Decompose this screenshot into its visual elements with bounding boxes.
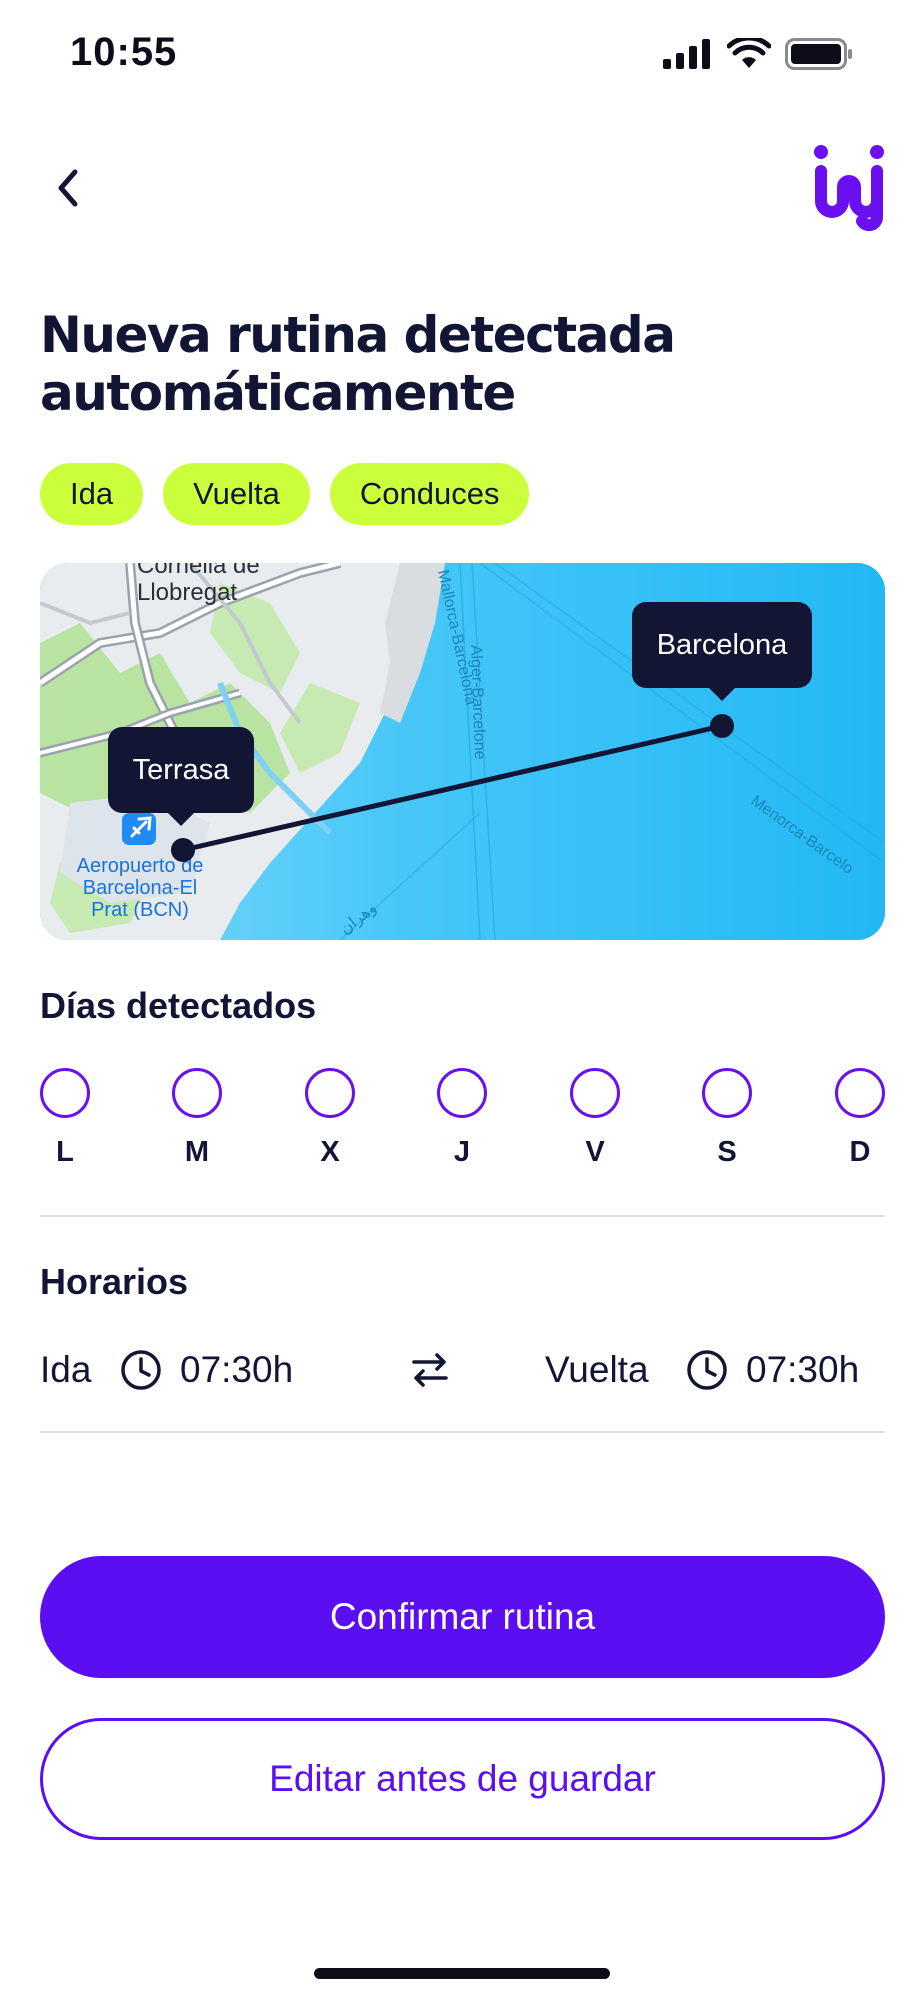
day-letter: V	[585, 1136, 605, 1168]
schedule-heading: Horarios	[40, 1261, 189, 1302]
clock-icon	[687, 1350, 727, 1390]
day-monday[interactable]: L	[40, 1068, 90, 1169]
day-thursday[interactable]: J	[437, 1068, 487, 1169]
destination-marker[interactable]	[710, 714, 734, 738]
route-map[interactable]: Cornellà de Llobregat Mallorca-Barcelona…	[40, 563, 885, 940]
page-title: Nueva rutina detectada automáticamente	[40, 306, 900, 422]
day-letter: S	[717, 1136, 737, 1168]
outbound-label: Ida	[40, 1349, 92, 1390]
days-heading: Días detectados	[40, 985, 317, 1026]
edit-before-save-button[interactable]: Editar antes de guardar	[40, 1718, 885, 1840]
airport-icon	[122, 813, 156, 845]
day-letter: M	[184, 1136, 210, 1168]
destination-tooltip: Barcelona	[632, 602, 812, 701]
days-selector: L M X J V S D	[40, 1068, 885, 1178]
cellular-signal-icon	[663, 39, 710, 69]
day-checkbox[interactable]	[702, 1068, 752, 1118]
day-wednesday[interactable]: X	[305, 1068, 355, 1169]
clock-icon	[121, 1350, 161, 1390]
divider	[40, 1215, 885, 1217]
chip-vuelta[interactable]: Vuelta	[163, 463, 310, 525]
day-friday[interactable]: V	[570, 1068, 620, 1169]
map-label-airport-3: Prat (BCN)	[91, 899, 189, 921]
chip-conduces[interactable]: Conduces	[329, 463, 530, 525]
map-label-airport-2: Barcelona-El	[83, 877, 198, 899]
origin-marker[interactable]	[171, 838, 195, 862]
day-letter: L	[56, 1136, 74, 1168]
day-checkbox[interactable]	[172, 1068, 222, 1118]
return-time-field[interactable]: 07:30h	[686, 1340, 859, 1400]
day-saturday[interactable]: S	[702, 1068, 752, 1169]
day-letter: D	[849, 1136, 871, 1168]
home-indicator	[314, 1968, 610, 1979]
outbound-time-field[interactable]: 07:30h	[120, 1340, 293, 1400]
page-title-line2: automáticamente	[40, 364, 516, 422]
status-bar: 10:55	[0, 0, 923, 110]
status-time: 10:55	[70, 30, 178, 74]
chevron-left-icon	[58, 169, 78, 207]
battery-icon	[785, 38, 852, 70]
day-checkbox[interactable]	[437, 1068, 487, 1118]
day-checkbox[interactable]	[40, 1068, 90, 1118]
return-time: 07:30h	[746, 1349, 860, 1390]
wifi-icon	[727, 38, 771, 68]
divider	[40, 1431, 885, 1433]
day-letter: J	[453, 1136, 471, 1168]
day-sunday[interactable]: D	[835, 1068, 885, 1169]
brand-logo-icon	[814, 145, 884, 232]
route-tags: Ida Vuelta Conduces	[40, 463, 530, 525]
day-letter: X	[320, 1136, 340, 1168]
swap-button[interactable]	[408, 1340, 452, 1400]
swap-arrows-icon	[412, 1353, 448, 1387]
origin-tooltip: Terrasa	[108, 727, 254, 826]
map-label-cornella: Cornellà de	[137, 563, 260, 579]
confirm-routine-button[interactable]: Confirmar rutina	[40, 1556, 885, 1678]
day-checkbox[interactable]	[305, 1068, 355, 1118]
day-checkbox[interactable]	[835, 1068, 885, 1118]
schedule-row: Ida 07:30h Vuelta 07:30h	[40, 1340, 885, 1400]
day-tuesday[interactable]: M	[172, 1068, 222, 1169]
outbound-time: 07:30h	[180, 1349, 294, 1390]
chip-ida[interactable]: Ida	[40, 463, 144, 525]
day-checkbox[interactable]	[570, 1068, 620, 1118]
page-title-line1: Nueva rutina detectada	[40, 306, 676, 364]
return-label: Vuelta	[545, 1349, 649, 1390]
status-icons	[663, 38, 853, 70]
map-label-llobregat: Llobregat	[137, 579, 237, 606]
back-button[interactable]	[40, 160, 96, 216]
